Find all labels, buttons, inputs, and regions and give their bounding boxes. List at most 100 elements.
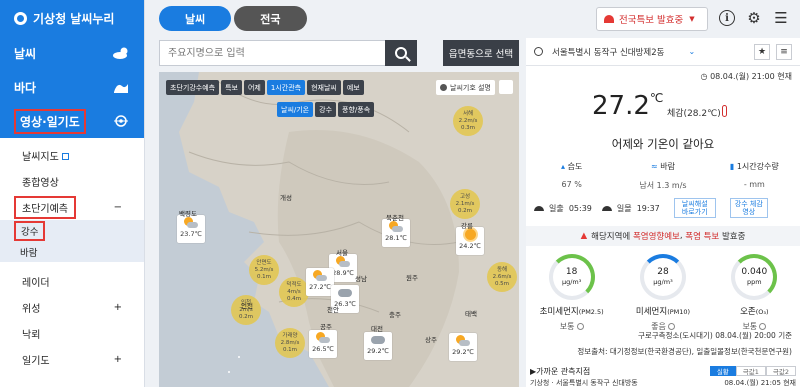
- map-btn-forecast[interactable]: 예보: [342, 80, 364, 95]
- sunrise-icon: [534, 205, 544, 211]
- nearby-station-info: 기상청 · 서울특별시 동작구 신대방동 08.04.(월) 21:05 현재: [530, 379, 796, 387]
- site-logo[interactable]: 기상청 날씨누리: [0, 0, 144, 36]
- sidebar-sub-radar[interactable]: 레이더: [0, 268, 144, 294]
- map-station[interactable]: 23.7℃: [177, 215, 205, 243]
- map-bubble[interactable]: 가래양 2.8m/s 0.1m: [275, 328, 305, 358]
- search-icon: [395, 47, 407, 59]
- map-bubble[interactable]: 동해 2.6m/s 0.5m: [487, 262, 517, 292]
- city-label: 인천: [241, 302, 253, 310]
- city-label: 충주: [389, 311, 401, 319]
- sun-times-row: 일출 05:39 일몰 19:37 날씨해설 바로가기 강수 체감영상: [534, 198, 792, 218]
- expand-map-icon[interactable]: [499, 80, 513, 94]
- legend-button[interactable]: 날씨기호 설명: [436, 80, 495, 95]
- search-button[interactable]: [385, 40, 417, 66]
- wind-icon: ≈: [651, 162, 661, 171]
- map-bubble[interactable]: 덕적도 4m/s 0.4m: [279, 277, 309, 307]
- help-icon[interactable]: [759, 323, 767, 330]
- help-icon[interactable]: [667, 323, 675, 330]
- map-btn-yesterday[interactable]: 어제: [243, 80, 265, 95]
- map-station[interactable]: 27.2℃: [306, 268, 334, 296]
- map-btn-current[interactable]: 현재날씨: [307, 80, 341, 95]
- map-station[interactable]: 28.1℃: [382, 219, 410, 247]
- precip-video-button[interactable]: 강수 체감영상: [729, 198, 768, 218]
- map-btn-weather-temp[interactable]: 날씨/기온: [277, 102, 314, 117]
- expand-icon: +: [113, 353, 122, 365]
- sidebar-subsub-wind[interactable]: 바람: [0, 242, 144, 262]
- map-bubble[interactable]: 안면도 5.2m/s 0.1m: [249, 255, 279, 285]
- sidebar-item-weather[interactable]: 날씨: [0, 36, 144, 70]
- data-source: 정보출처: 대기정정보(한국환경공단), 일출일몰정보(한국천문연구원): [577, 347, 792, 356]
- search-input[interactable]: [160, 41, 385, 65]
- air-quality-gauges: 18 μg/m³ 초미세먼지(PM2.5) 보통 28 μg/m³ 미세먼지(PM1…: [526, 254, 800, 332]
- chevron-down-icon[interactable]: ⌄: [688, 47, 695, 56]
- sun-icon: [464, 229, 476, 240]
- map-btn-wind[interactable]: 풍향/풍속: [338, 102, 375, 117]
- gauge-ring: 0.040 ppm: [731, 254, 778, 300]
- nearby-stations-row: ▶가까운 관측지점 실황 극값1 극값2: [526, 364, 800, 378]
- wave-icon: [114, 84, 128, 93]
- city-label: 공주: [320, 323, 332, 331]
- cloud-icon: [338, 288, 352, 297]
- map-btn-nowcast[interactable]: 초단기강수예측: [166, 80, 220, 95]
- help-icon[interactable]: [576, 323, 584, 330]
- sidebar-sub-weather-chart[interactable]: 일기도 +: [0, 346, 144, 372]
- map-btn-precip[interactable]: 강수: [315, 102, 337, 117]
- sidebar-item-imagery[interactable]: 영상·일기도: [0, 104, 144, 138]
- map-subtoolbar: 날씨/기온 강수 풍향/풍속: [277, 102, 375, 117]
- sun-cloud-icon: [389, 220, 403, 233]
- weather-stats: ▴ 습도 67 % ≈ 바람 남서 1.3 m/s ▮ 1시간강수량 - mm: [526, 161, 800, 191]
- sidebar-subsub-precip[interactable]: 강수: [0, 220, 144, 242]
- list-menu-icon[interactable]: ≡: [776, 43, 792, 60]
- city-label: 원주: [406, 274, 418, 282]
- sidebar-sub-weather-map[interactable]: 날씨지도: [0, 142, 144, 168]
- dropdown-caret-icon: ▼: [689, 15, 695, 23]
- station-label: 북춘천: [386, 214, 404, 222]
- map-btn-warning[interactable]: 특보: [221, 80, 242, 95]
- pm10-gauge[interactable]: 28 μg/m³ 미세먼지(PM10) 좋음: [623, 254, 703, 332]
- map-station[interactable]: 29.2℃: [449, 333, 477, 361]
- nationwide-alert-button[interactable]: 전국특보 발효중 ▼: [596, 7, 708, 31]
- sun-cloud-icon: [456, 334, 470, 347]
- map-station[interactable]: 24.2℃: [456, 227, 484, 255]
- sidebar-sub-composite[interactable]: 종합영상: [0, 168, 144, 194]
- sun-cloud-icon: [316, 331, 330, 344]
- weather-map[interactable]: 초단기강수예측 특보 어제 1시간관측 현재날씨 예보 날씨/기온 강수 풍향/…: [159, 72, 519, 387]
- sidebar-sub-satellite[interactable]: 위성 +: [0, 294, 144, 320]
- tab-nationwide[interactable]: 전국: [234, 6, 307, 31]
- tab-extreme2[interactable]: 극값2: [765, 366, 796, 376]
- map-bubble[interactable]: 서해 2.2m/s 0.3m: [453, 106, 483, 136]
- sidebar-item-sea[interactable]: 바다: [0, 70, 144, 104]
- weather-commentary-button[interactable]: 날씨해설 바로가기: [673, 198, 716, 218]
- pm25-gauge[interactable]: 18 μg/m³ 초미세먼지(PM2.5) 보통: [532, 254, 612, 332]
- help-icon: [440, 84, 447, 91]
- tab-live[interactable]: 실황: [709, 366, 736, 376]
- location-target-icon: [534, 47, 543, 56]
- map-btn-hourly-obs[interactable]: 1시간관측: [266, 80, 306, 95]
- nearby-stations-title: ▶가까운 관측지점: [530, 366, 591, 376]
- map-bubble[interactable]: 고성 2.1m/s 0.2m: [450, 189, 480, 219]
- sidebar-sub-nowcast[interactable]: 초단기예측 −: [0, 194, 144, 220]
- sidebar-sub-lightning[interactable]: 낙뢰: [0, 320, 144, 346]
- gear-icon[interactable]: ⚙: [746, 9, 762, 27]
- favorite-star-icon[interactable]: ★: [754, 43, 770, 60]
- city-label: 상주: [425, 336, 437, 344]
- weather-summary: 어제와 기온이 같아요: [611, 137, 715, 151]
- menu-icon[interactable]: ☰: [773, 9, 789, 27]
- map-station[interactable]: 26.5℃: [309, 330, 337, 358]
- select-by-emd-button[interactable]: 읍면동으로 선택: [443, 40, 519, 66]
- map-station[interactable]: 29.2℃: [364, 332, 392, 360]
- heat-warning-bar[interactable]: ▲ 해당지역에 폭염영향예보, 폭염 특보 발효중: [526, 226, 800, 246]
- location-select[interactable]: 서울특별시 동작구 신대방제2동: [552, 46, 664, 58]
- tab-extreme1[interactable]: 극값1: [735, 366, 766, 376]
- wind-stat: ≈ 바람 남서 1.3 m/s: [639, 162, 687, 190]
- weather-panel: 서울특별시 동작구 신대방제2동 ⌄ ★ ≡ ◷ 08.04.(월) 21:00…: [526, 38, 800, 387]
- rainfall-stat: ▮ 1시간강수량 - mm: [729, 162, 779, 189]
- tab-weather[interactable]: 날씨: [159, 6, 232, 31]
- thermometer-icon: [722, 105, 727, 117]
- current-temperature: 27.2℃: [592, 91, 664, 121]
- info-icon[interactable]: i: [719, 10, 735, 26]
- site-title: 기상청 날씨누리: [33, 11, 115, 26]
- location-row: 서울특별시 동작구 신대방제2동 ⌄ ★ ≡: [526, 38, 800, 66]
- city-label: 태백: [465, 310, 477, 318]
- ozone-gauge[interactable]: 0.040 ppm 오존(O₃) 보통: [714, 254, 794, 332]
